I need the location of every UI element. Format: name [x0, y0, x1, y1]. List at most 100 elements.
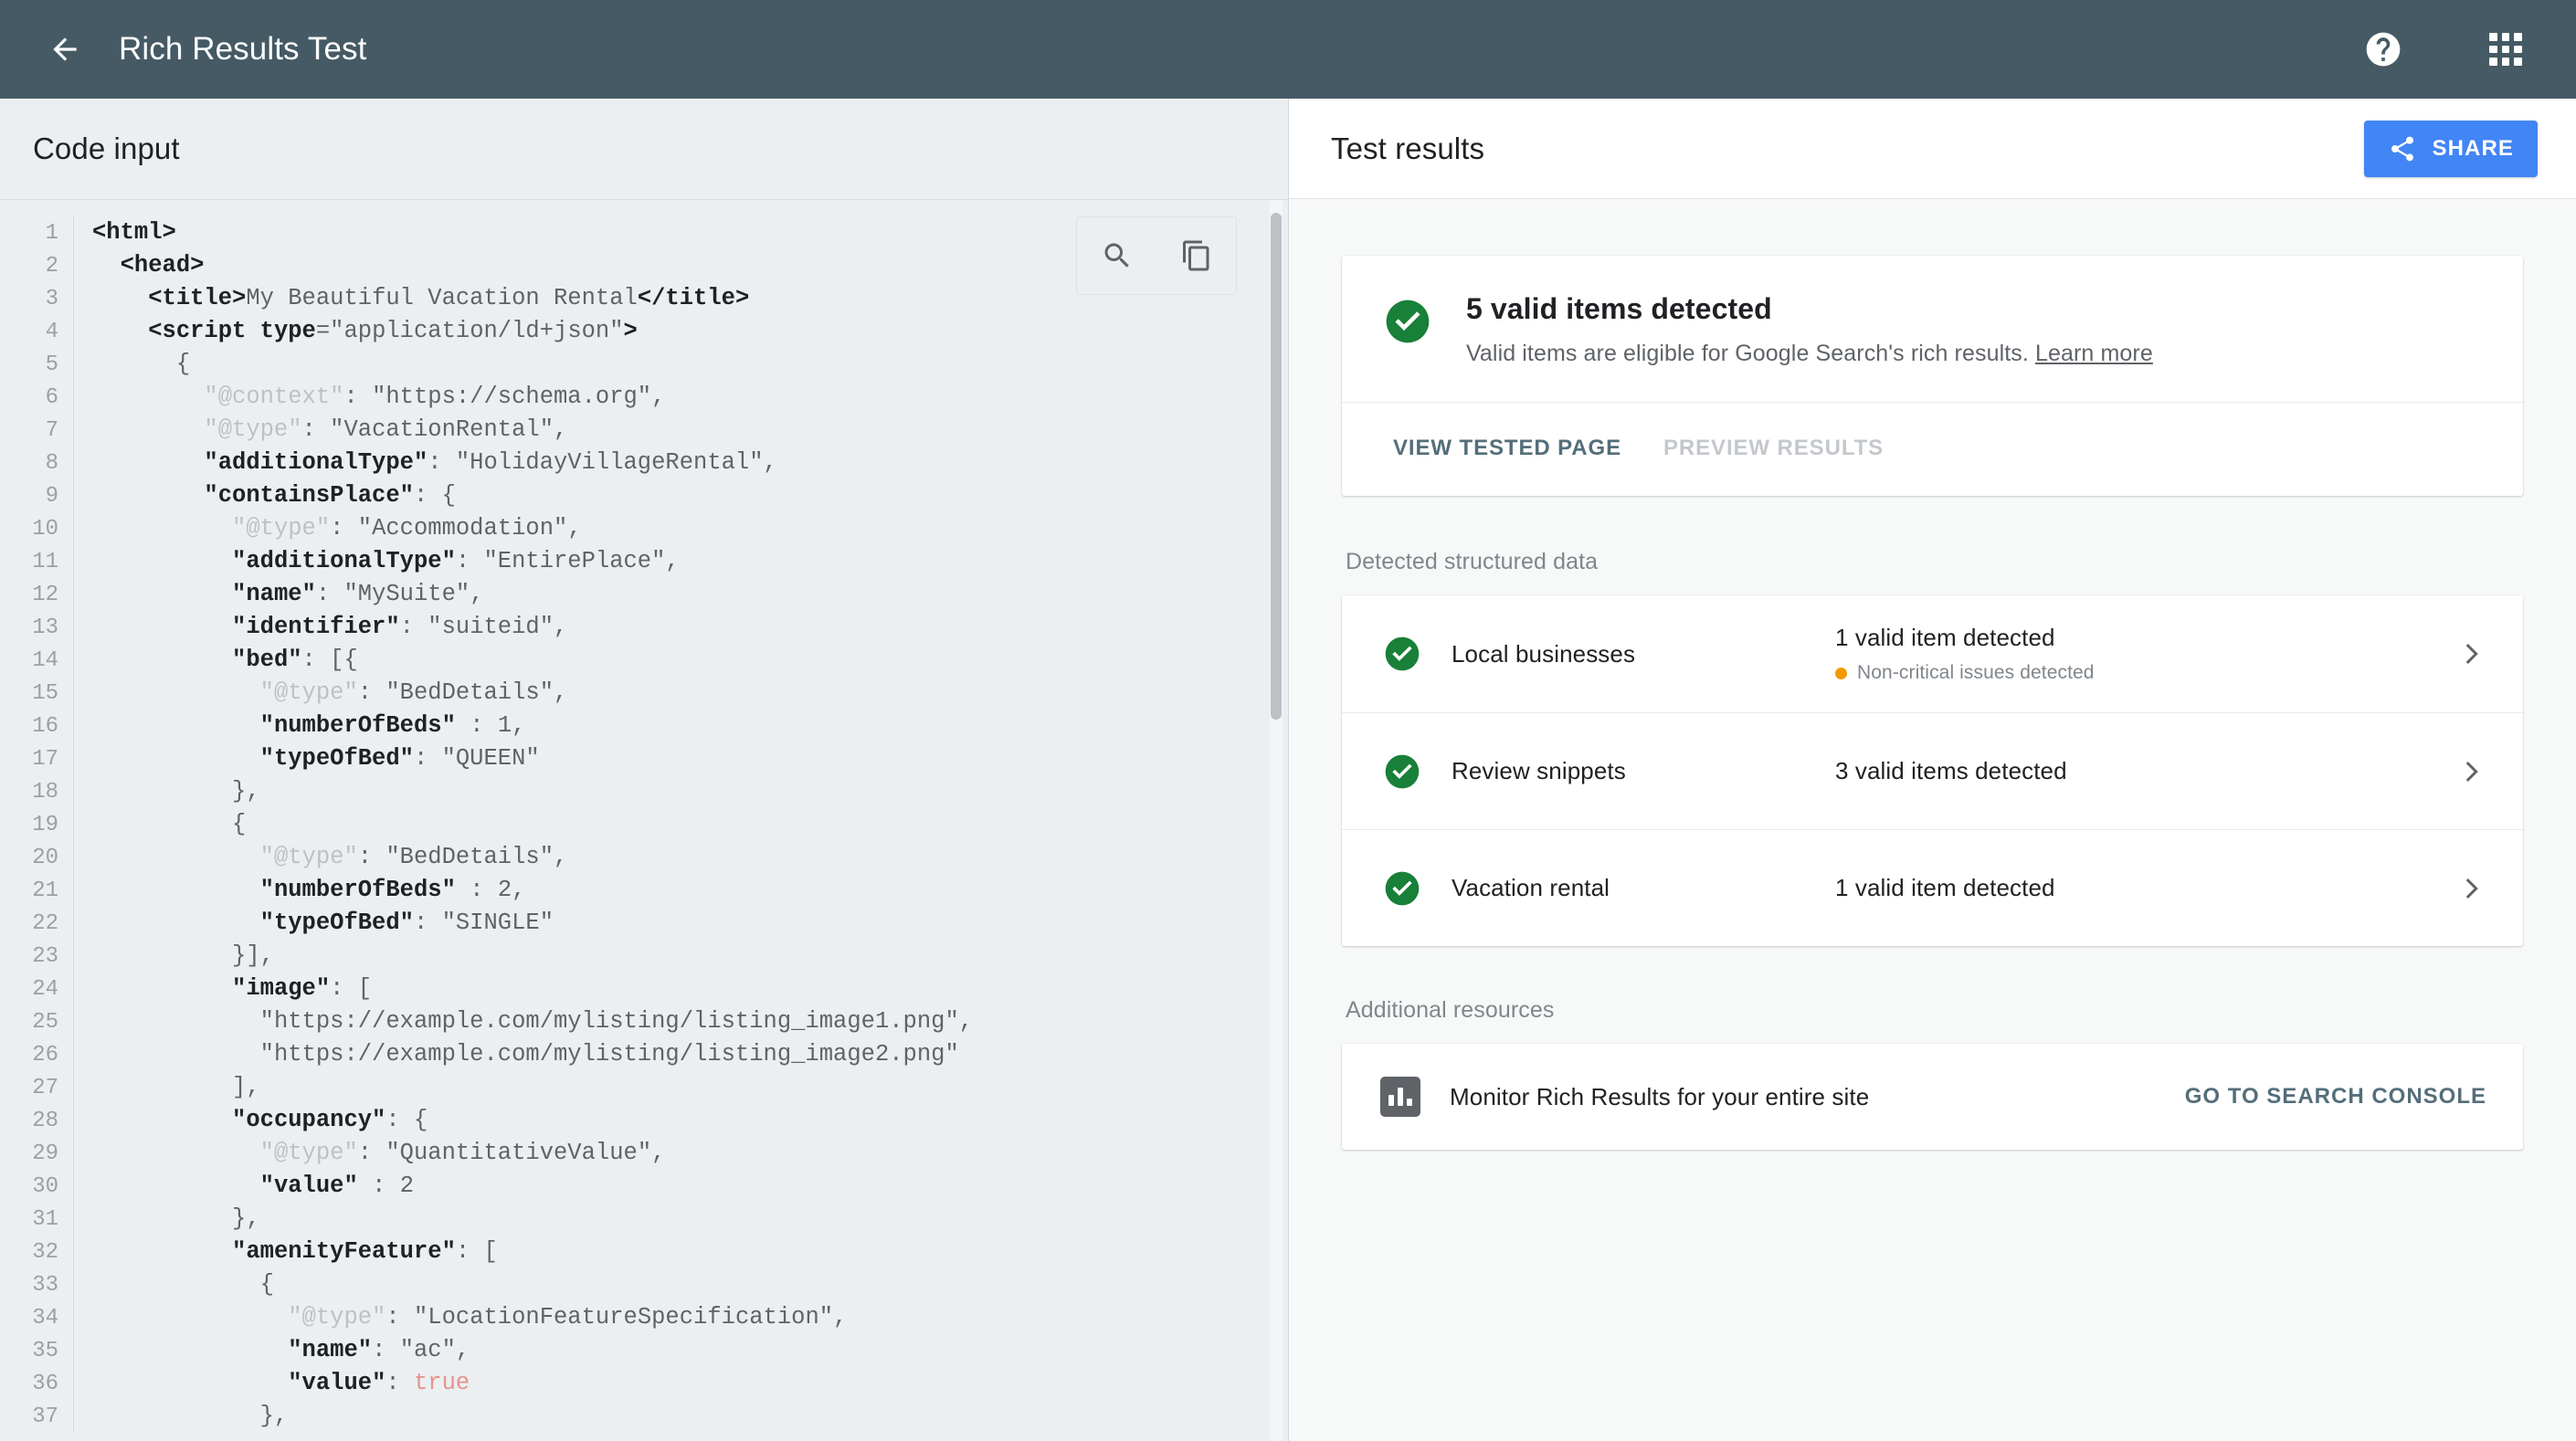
code-token: "bed"	[232, 647, 302, 673]
code-token: :	[357, 1173, 400, 1199]
top-app-bar: Rich Results Test	[0, 0, 2576, 99]
row-status-icon-wrap	[1382, 634, 1422, 674]
code-token: ,	[567, 515, 582, 542]
summary-subtitle: Valid items are eligible for Google Sear…	[1466, 341, 2153, 367]
share-icon	[2391, 136, 2414, 161]
code-line-text: "numberOfBeds" : 2,	[74, 874, 526, 907]
detected-item-row[interactable]: Review snippets 3 valid items detected	[1342, 712, 2523, 829]
code-line-number: 28	[32, 1109, 58, 1133]
detected-item-status: 1 valid item detected	[1835, 874, 2455, 902]
code-token: <html>	[92, 219, 176, 246]
code-scrollbar-thumb[interactable]	[1271, 213, 1282, 720]
code-token: "@type"	[204, 416, 302, 443]
code-line: 30 "value" : 2	[0, 1170, 1288, 1203]
code-token: 1	[497, 712, 512, 739]
code-token: ,	[512, 712, 526, 739]
code-token: ,	[554, 679, 568, 706]
code-line-text: "additionalType": "EntirePlace",	[74, 545, 680, 578]
row-status-icon-wrap	[1382, 868, 1422, 909]
code-line-text: "@type": "VacationRental",	[74, 414, 567, 447]
code-line-number: 12	[32, 583, 58, 607]
view-tested-page-button[interactable]: VIEW TESTED PAGE	[1382, 428, 1632, 468]
code-token: </title>	[637, 285, 750, 311]
back-button[interactable]	[37, 21, 93, 78]
app-title: Rich Results Test	[119, 31, 367, 67]
summary-title: 5 valid items detected	[1466, 292, 1772, 325]
code-line-text: "identifier": "suiteid",	[74, 611, 567, 644]
code-token: "occupancy"	[232, 1107, 386, 1133]
detected-item-expand-button[interactable]	[2455, 873, 2486, 904]
code-line-text: "containsPlace": {	[74, 479, 455, 512]
code-copy-button[interactable]	[1169, 228, 1224, 283]
code-token: ,	[470, 581, 484, 607]
code-line: 11 "additionalType": "EntirePlace",	[0, 545, 1288, 578]
code-line-text: "@type": "Accommodation",	[74, 512, 582, 545]
code-line-number: 31	[32, 1207, 58, 1232]
test-results-title: Test results	[1331, 131, 1485, 165]
detected-item-row[interactable]: Local businesses 1 valid item detected Non…	[1342, 595, 2523, 712]
code-line-number: 37	[32, 1404, 58, 1429]
code-token: "EntirePlace"	[483, 548, 666, 574]
code-token: "value"	[259, 1173, 358, 1199]
detected-item-row[interactable]: Vacation rental 1 valid item detected	[1342, 829, 2523, 946]
help-button[interactable]	[2353, 19, 2413, 79]
code-line-number: 23	[32, 944, 58, 969]
learn-more-link[interactable]: Learn more	[2035, 341, 2153, 366]
code-token: },	[92, 1205, 260, 1232]
code-line-number: 16	[32, 714, 58, 739]
code-line-number: 22	[32, 911, 58, 936]
code-line: 8 "additionalType": "HolidayVillageRenta…	[0, 447, 1288, 479]
code-token: ,	[651, 384, 666, 410]
code-token: >	[623, 318, 638, 344]
code-content[interactable]: 1 <html> 2 <head> 3 <title>My Beautiful Vac…	[0, 200, 1288, 1433]
chevron-right-icon	[2465, 878, 2478, 899]
detected-item-expand-button[interactable]	[2455, 756, 2486, 787]
main-split: Code input 1 <html> 2 <head> 3 <title>My…	[0, 99, 2576, 1441]
code-token: 2	[399, 1173, 414, 1199]
code-line-number: 13	[32, 615, 58, 640]
code-token: "https://schema.org"	[372, 384, 652, 410]
share-button[interactable]: SHARE	[2364, 120, 2538, 177]
additional-resources-label: Additional resources	[1346, 997, 1555, 1023]
code-line: 21 "numberOfBeds" : 2,	[0, 874, 1288, 907]
code-scroll-viewport[interactable]: 1 <html> 2 <head> 3 <title>My Beautiful Vac…	[0, 200, 1288, 1441]
code-line-text: "occupancy": {	[74, 1104, 428, 1137]
code-input-pane: Code input 1 <html> 2 <head> 3 <title>My…	[0, 99, 1289, 1441]
code-token: :	[357, 679, 386, 706]
detected-structured-data-label: Detected structured data	[1346, 549, 1599, 574]
code-token: "name"	[288, 1337, 373, 1363]
code-line-text: <script type="application/ld+json">	[74, 315, 638, 348]
summary-actions: VIEW TESTED PAGE PREVIEW RESULTS	[1342, 402, 2523, 496]
code-scrollbar-track[interactable]	[1270, 200, 1283, 1441]
code-token: : [{	[301, 647, 358, 673]
summary-subtitle-text: Valid items are eligible for Google Sear…	[1466, 341, 2029, 366]
apps-launcher-button[interactable]	[2476, 19, 2536, 79]
summary-status-icon-wrap	[1382, 296, 1433, 347]
code-token: "numberOfBeds"	[259, 877, 456, 903]
code-token: :	[315, 581, 344, 607]
code-token: "value"	[288, 1370, 386, 1396]
code-line: 5 {	[0, 348, 1288, 381]
code-line-number: 6	[45, 385, 58, 410]
code-editor-area: 1 <html> 2 <head> 3 <title>My Beautiful Vac…	[0, 200, 1288, 1441]
code-input-header: Code input	[0, 99, 1288, 199]
copy-icon	[1182, 240, 1209, 271]
go-to-search-console-link[interactable]: GO TO SEARCH CONSOLE	[2185, 1084, 2486, 1110]
code-search-button[interactable]	[1090, 228, 1145, 283]
detected-item-expand-button[interactable]	[2455, 638, 2486, 669]
code-line: 20 "@type": "BedDetails",	[0, 841, 1288, 874]
code-line: 33 {	[0, 1268, 1288, 1301]
code-token: },	[92, 1403, 289, 1429]
code-line: 34 "@type": "LocationFeatureSpecificatio…	[0, 1301, 1288, 1334]
